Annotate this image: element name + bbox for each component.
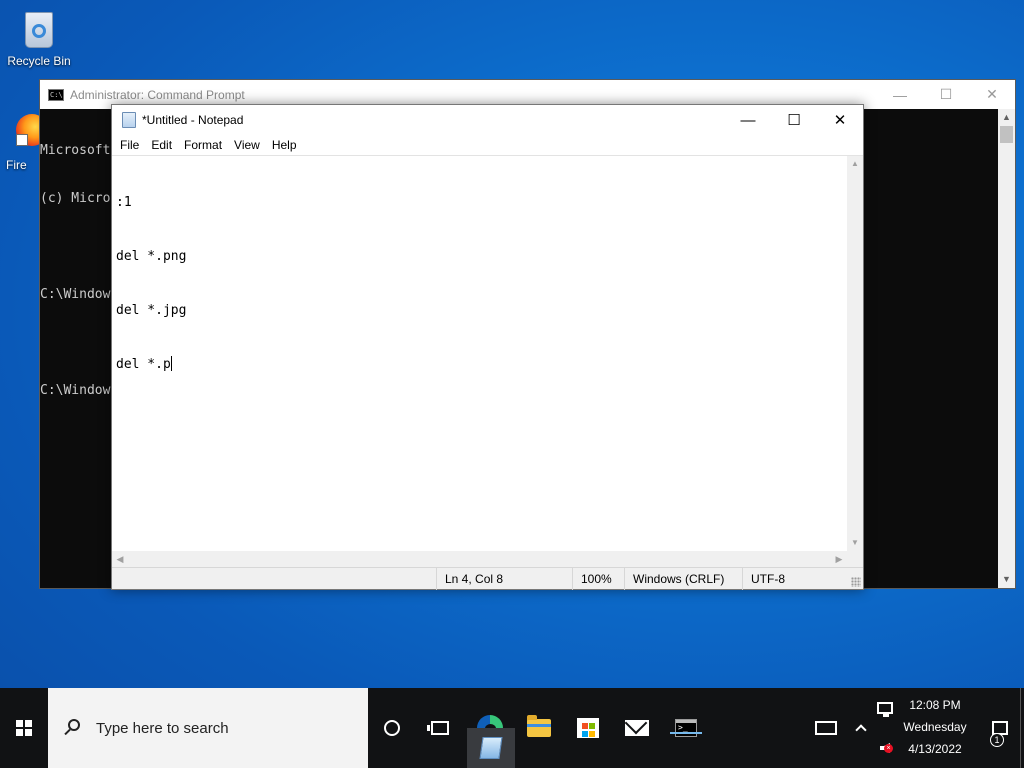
notepad-icon [479,737,503,759]
notepad-title: *Untitled - Notepad [142,113,244,127]
menu-format[interactable]: Format [178,138,228,152]
status-encoding: UTF-8 [742,568,852,590]
scroll-down-arrow-icon[interactable]: ▼ [998,571,1015,588]
cmd-close-button[interactable]: ✕ [969,80,1015,109]
taskbar-clock[interactable]: 12:08 PM Wednesday 4/13/2022 [896,688,974,768]
scroll-left-arrow-icon[interactable]: ◀ [112,551,128,567]
menu-file[interactable]: File [114,138,145,152]
notepad-icon [122,112,136,128]
taskbar: Type here to search 12:08 PM Wednesday 4… [0,688,1024,768]
taskbar-command-prompt[interactable] [662,688,710,768]
network-button[interactable] [872,688,898,728]
task-view-icon [427,721,449,735]
notepad-text-area[interactable]: :1 del *.png del *.jpg del *.p [112,155,847,551]
microsoft-store-icon [577,718,599,738]
command-prompt-icon [675,719,697,737]
text-line: del *.jpg [116,303,187,318]
taskbar-notepad[interactable] [467,728,515,768]
notepad-menubar: File Edit Format View Help [112,135,863,155]
show-hidden-icons-button[interactable] [850,688,872,768]
windows-logo-icon [16,720,32,736]
recycle-bin-label: Recycle Bin [7,54,71,68]
scroll-up-arrow-icon[interactable]: ▲ [998,109,1015,126]
cmd-maximize-button[interactable]: ☐ [923,80,969,109]
input-indicator-button[interactable] [812,688,840,768]
shortcut-arrow-icon [16,134,28,146]
notepad-vertical-scrollbar[interactable]: ▲ ▼ [847,155,863,551]
text-line: del *.png [116,249,187,264]
scroll-right-arrow-icon[interactable]: ▶ [831,551,847,567]
resize-grip-icon[interactable] [851,577,861,587]
firefox-label: Fire [6,158,27,172]
clock-date: 4/13/2022 [908,742,962,756]
cmd-scroll-thumb[interactable] [1000,126,1013,143]
search-placeholder: Type here to search [96,719,229,737]
cmd-title: Administrator: Command Prompt [70,87,245,102]
recycle-bin-icon [17,6,61,50]
notepad-close-button[interactable]: ✕ [817,105,863,135]
notepad-window[interactable]: *Untitled - Notepad — ☐ ✕ File Edit Form… [111,104,864,590]
taskbar-search-box[interactable]: Type here to search [48,688,368,768]
network-icon [877,702,893,717]
notepad-statusbar: Ln 4, Col 8 100% Windows (CRLF) UTF-8 [112,567,863,590]
notepad-minimize-button[interactable]: — [725,105,771,135]
notepad-maximize-button[interactable]: ☐ [771,105,817,135]
file-explorer-icon [527,715,551,737]
start-button[interactable] [0,688,48,768]
mail-icon [625,720,649,736]
scroll-down-arrow-icon[interactable]: ▼ [847,535,863,551]
notepad-titlebar[interactable]: *Untitled - Notepad — ☐ ✕ [112,105,863,135]
cmd-vertical-scrollbar[interactable]: ▲ ▼ [998,109,1015,588]
text-caret [170,356,172,371]
cmd-minimize-button[interactable]: — [877,80,923,109]
notepad-horizontal-scrollbar[interactable]: ◀ ▶ [112,551,847,567]
keyboard-icon [815,721,837,735]
clock-time: 12:08 PM [909,698,961,712]
taskbar-file-explorer[interactable] [515,688,563,768]
menu-view[interactable]: View [228,138,266,152]
mute-indicator-icon: × [884,744,893,753]
cortana-icon [384,720,400,736]
scroll-up-arrow-icon[interactable]: ▲ [847,156,863,172]
command-prompt-icon: C:\ [48,88,64,101]
action-center-button[interactable] [980,688,1020,768]
text-line: :1 [116,195,132,210]
search-icon [62,717,84,739]
status-zoom: 100% [572,568,624,590]
cortana-button[interactable] [368,688,416,768]
task-view-button[interactable] [416,688,464,768]
taskbar-mail[interactable] [613,688,661,768]
running-indicator [670,732,702,734]
menu-help[interactable]: Help [266,138,303,152]
scrollbar-corner [847,551,863,567]
status-line-ending: Windows (CRLF) [624,568,742,590]
text-line-current: del *.p [116,356,843,374]
clock-day: Wednesday [903,720,967,734]
status-cursor-position: Ln 4, Col 8 [436,568,572,590]
notification-count-badge: 1 [990,733,1004,747]
desktop-icon-recycle-bin[interactable]: Recycle Bin [1,6,77,68]
menu-edit[interactable]: Edit [145,138,178,152]
show-desktop-button[interactable] [1020,688,1024,768]
text-line: del *.p [116,357,171,372]
chevron-up-icon [855,724,867,736]
taskbar-microsoft-store[interactable] [564,688,612,768]
